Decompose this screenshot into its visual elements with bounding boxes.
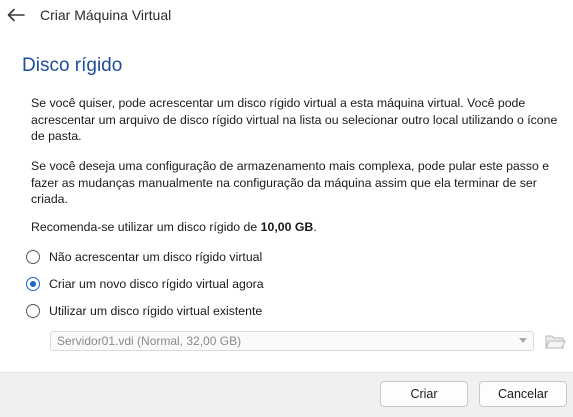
back-button[interactable] <box>4 4 28 26</box>
chevron-down-icon <box>519 338 527 343</box>
radio-no-disk[interactable] <box>26 250 40 264</box>
description-paragraph-2: Se você deseja uma configuração de armaz… <box>31 159 550 206</box>
radio-existing-disk[interactable] <box>26 304 40 318</box>
create-button[interactable]: Criar <box>380 381 468 407</box>
option-create-disk-label: Criar um novo disco rígido virtual agora <box>49 277 264 291</box>
choose-disk-file-button[interactable] <box>543 330 567 352</box>
existing-disk-select[interactable]: Servidor01.vdi (Normal, 32,00 GB) <box>50 331 534 351</box>
existing-disk-selected-value: Servidor01.vdi (Normal, 32,00 GB) <box>57 334 242 348</box>
page-title: Disco rígido <box>22 55 123 76</box>
option-existing-disk[interactable]: Utilizar um disco rígido virtual existen… <box>26 302 262 320</box>
arrow-left-icon <box>7 8 25 22</box>
title-bar: Criar Máquina Virtual <box>0 0 573 34</box>
option-existing-disk-label: Utilizar um disco rígido virtual existen… <box>49 304 263 318</box>
recommended-size: 10,00 GB <box>260 220 314 234</box>
cancel-button[interactable]: Cancelar <box>479 381 567 407</box>
recommendation-text: Recomenda-se utilizar um disco rígido de… <box>31 219 561 236</box>
recommendation-suffix: . <box>313 220 317 234</box>
window-title: Criar Máquina Virtual <box>40 7 172 23</box>
option-no-disk-label: Não acrescentar um disco rígido virtual <box>49 250 263 264</box>
option-no-disk[interactable]: Não acrescentar um disco rígido virtual <box>26 248 262 266</box>
description-paragraph-1: Se você quiser, pode acrescentar um disc… <box>31 96 558 143</box>
recommendation-prefix: Recomenda-se utilizar um disco rígido de <box>31 220 261 234</box>
option-create-disk[interactable]: Criar um novo disco rígido virtual agora <box>26 275 264 293</box>
radio-create-disk[interactable] <box>26 277 40 291</box>
folder-open-icon <box>545 335 566 349</box>
